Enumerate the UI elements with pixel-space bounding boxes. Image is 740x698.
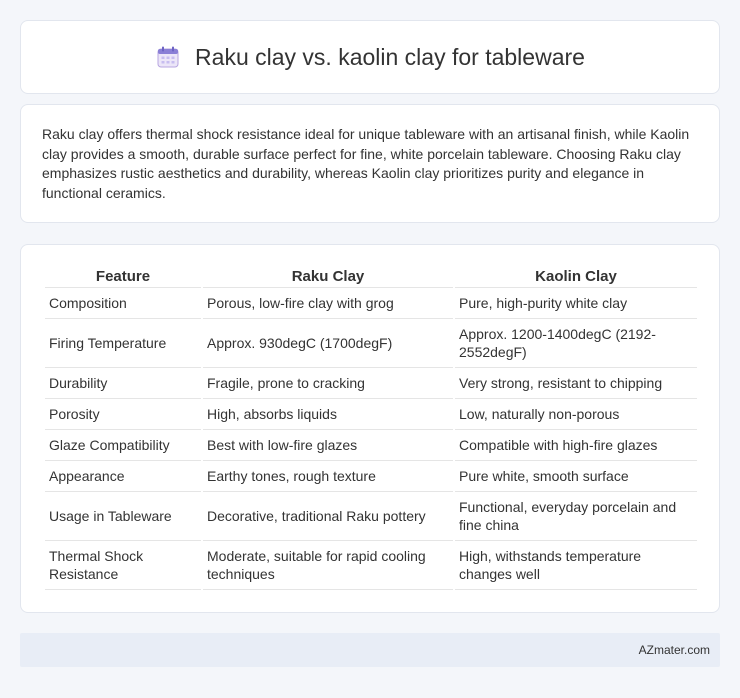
- row-raku-value: Fragile, prone to cracking: [203, 368, 453, 399]
- row-kaolin-value: Functional, everyday porcelain and fine …: [455, 492, 697, 541]
- row-raku-value: High, absorbs liquids: [203, 399, 453, 430]
- table-row: Porosity High, absorbs liquids Low, natu…: [45, 399, 697, 430]
- table-row: Durability Fragile, prone to cracking Ve…: [45, 368, 697, 399]
- comparison-table-card: Feature Raku Clay Kaolin Clay Compositio…: [20, 244, 720, 613]
- calendar-icon: [155, 44, 181, 70]
- row-kaolin-value: Compatible with high-fire glazes: [455, 430, 697, 461]
- row-raku-value: Porous, low-fire clay with grog: [203, 288, 453, 319]
- row-feature: Glaze Compatibility: [45, 430, 201, 461]
- header-raku-clay: Raku Clay: [203, 262, 453, 288]
- row-feature: Appearance: [45, 461, 201, 492]
- intro-text: Raku clay offers thermal shock resistanc…: [42, 126, 690, 201]
- row-kaolin-value: Very strong, resistant to chipping: [455, 368, 697, 399]
- row-kaolin-value: Low, naturally non-porous: [455, 399, 697, 430]
- row-raku-value: Approx. 930degC (1700degF): [203, 319, 453, 368]
- table-row: Glaze Compatibility Best with low-fire g…: [45, 430, 697, 461]
- row-kaolin-value: High, withstands temperature changes wel…: [455, 541, 697, 590]
- row-feature: Thermal Shock Resistance: [45, 541, 201, 590]
- row-kaolin-value: Pure, high-purity white clay: [455, 288, 697, 319]
- row-feature: Usage in Tableware: [45, 492, 201, 541]
- table-row: Composition Porous, low-fire clay with g…: [45, 288, 697, 319]
- row-feature: Porosity: [45, 399, 201, 430]
- title-card: Raku clay vs. kaolin clay for tableware: [20, 20, 720, 94]
- header-feature: Feature: [45, 262, 201, 288]
- comparison-table: Feature Raku Clay Kaolin Clay Compositio…: [43, 262, 699, 590]
- row-raku-value: Best with low-fire glazes: [203, 430, 453, 461]
- row-feature: Firing Temperature: [45, 319, 201, 368]
- table-row: Appearance Earthy tones, rough texture P…: [45, 461, 697, 492]
- intro-card: Raku clay offers thermal shock resistanc…: [20, 104, 720, 223]
- table-row: Usage in Tableware Decorative, tradition…: [45, 492, 697, 541]
- table-header-row: Feature Raku Clay Kaolin Clay: [45, 262, 697, 288]
- row-feature: Composition: [45, 288, 201, 319]
- footer: AZmater.com: [20, 633, 720, 667]
- row-kaolin-value: Pure white, smooth surface: [455, 461, 697, 492]
- row-raku-value: Earthy tones, rough texture: [203, 461, 453, 492]
- footer-site-name[interactable]: AZmater.com: [639, 643, 710, 657]
- row-raku-value: Decorative, traditional Raku pottery: [203, 492, 453, 541]
- table-row: Firing Temperature Approx. 930degC (1700…: [45, 319, 697, 368]
- header-kaolin-clay: Kaolin Clay: [455, 262, 697, 288]
- row-raku-value: Moderate, suitable for rapid cooling tec…: [203, 541, 453, 590]
- table-row: Thermal Shock Resistance Moderate, suita…: [45, 541, 697, 590]
- page-title: Raku clay vs. kaolin clay for tableware: [195, 43, 585, 70]
- row-feature: Durability: [45, 368, 201, 399]
- row-kaolin-value: Approx. 1200-1400degC (2192-2552degF): [455, 319, 697, 368]
